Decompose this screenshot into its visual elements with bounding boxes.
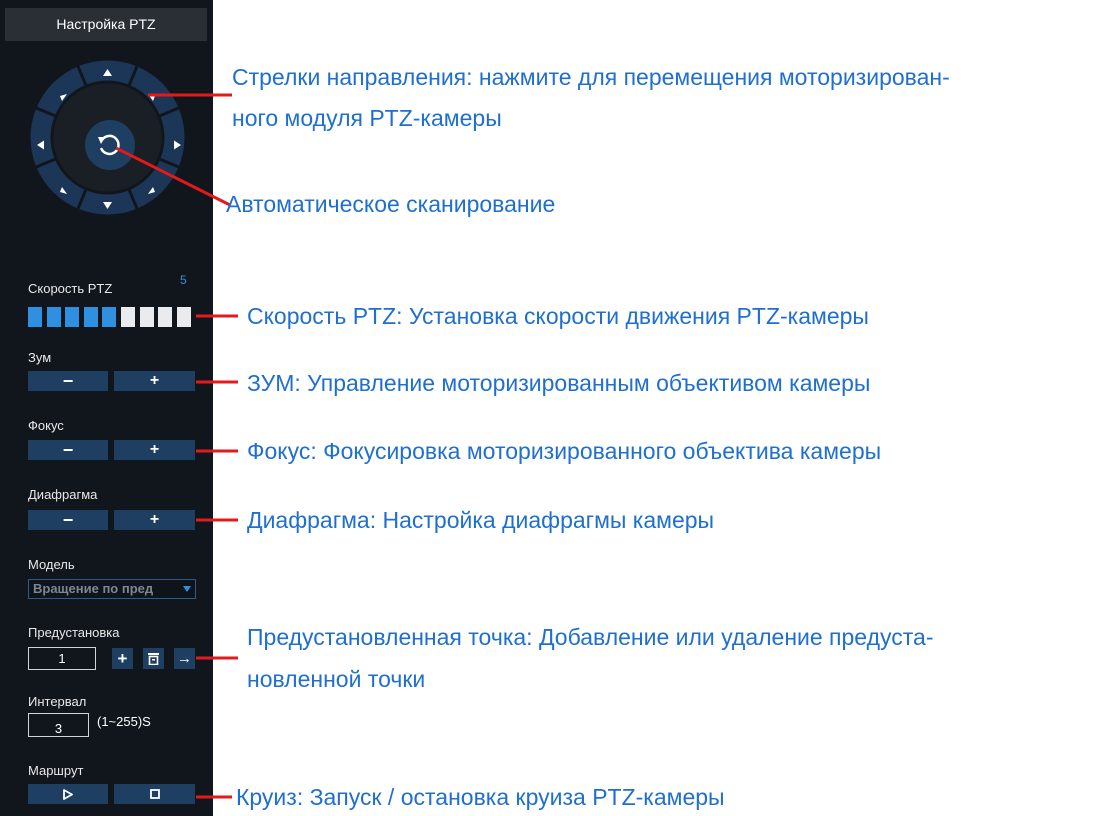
trash-icon (148, 652, 159, 665)
note-speed: Скорость PTZ: Установка скорости движени… (247, 303, 869, 329)
note-arrows-line1: Стрелки направления: нажмите для перемещ… (232, 64, 950, 90)
play-icon (63, 788, 73, 800)
note-arrows-line2: ного модуля PTZ-камеры (232, 105, 502, 131)
preset-goto-button[interactable]: → (174, 648, 195, 669)
zoom-label: Зум (28, 350, 52, 365)
cruise-start-button[interactable] (28, 784, 108, 804)
speed-segment[interactable] (65, 307, 79, 327)
speed-segment[interactable] (84, 307, 98, 327)
focus-near-button[interactable]: − (28, 440, 108, 460)
note-preset-line2: новленной точки (247, 666, 426, 692)
speed-segment[interactable] (102, 307, 116, 327)
speed-segment[interactable] (121, 307, 135, 327)
panel-title: Настройка PTZ (5, 8, 207, 41)
zoom-out-button[interactable]: − (28, 371, 108, 391)
interval-input[interactable]: 3 (28, 713, 89, 737)
speed-segment[interactable] (158, 307, 172, 327)
iris-close-button[interactable]: − (28, 510, 108, 530)
note-focus: Фокус: Фокусировка моторизированного объ… (247, 438, 882, 464)
speed-segment[interactable] (47, 307, 61, 327)
preset-delete-button[interactable] (143, 648, 164, 669)
model-select-value: Вращение по пред (33, 581, 154, 596)
auto-scan-button[interactable] (85, 120, 135, 170)
chevron-down-icon (183, 586, 191, 592)
ptz-direction-wheel (30, 60, 185, 215)
focus-label: Фокус (28, 418, 64, 433)
speed-value: 5 (180, 273, 187, 287)
cruise-label: Маршрут (28, 763, 84, 778)
cruise-stop-button[interactable] (114, 784, 195, 804)
speed-segment[interactable] (177, 307, 191, 327)
iris-open-button[interactable]: + (114, 510, 195, 530)
ptz-panel: Настройка PTZ Скорость PTZ 5 Зум − + Фок… (0, 0, 213, 816)
zoom-in-button[interactable]: + (114, 371, 195, 391)
focus-far-button[interactable]: + (114, 440, 195, 460)
stop-icon (149, 789, 160, 799)
interval-range: (1~255)S (97, 714, 151, 729)
speed-segment[interactable] (28, 307, 42, 327)
preset-label: Предустановка (28, 625, 120, 640)
speed-label: Скорость PTZ (28, 281, 113, 296)
note-zoom: ЗУМ: Управление моторизированным объекти… (247, 370, 871, 396)
preset-add-button[interactable]: + (112, 648, 133, 669)
model-select[interactable]: Вращение по пред (28, 579, 196, 599)
iris-label: Диафрагма (28, 487, 98, 502)
interval-label: Интервал (28, 694, 87, 709)
note-preset-line1: Предустановленная точка: Добавление или … (247, 624, 934, 650)
note-cruise: Круиз: Запуск / остановка круиза PTZ-кам… (236, 784, 725, 810)
speed-segment[interactable] (140, 307, 154, 327)
note-iris: Диафрагма: Настройка диафрагмы камеры (247, 507, 715, 533)
model-label: Модель (28, 557, 75, 572)
preset-number-input[interactable]: 1 (28, 647, 96, 670)
note-autoscan: Автоматическое сканирование (226, 191, 556, 217)
